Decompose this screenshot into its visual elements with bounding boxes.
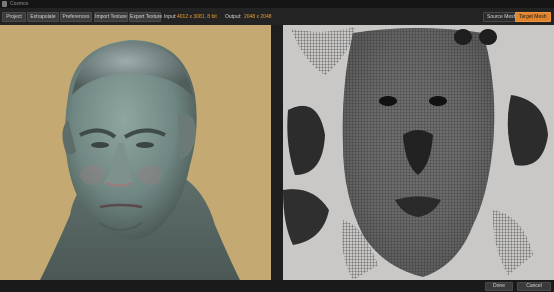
done-button[interactable]: Done bbox=[485, 282, 513, 291]
import-texture-button[interactable]: Import Texture bbox=[94, 12, 128, 22]
uv-layout bbox=[283, 27, 548, 280]
cancel-button[interactable]: Cancel bbox=[517, 282, 551, 291]
window-title: Cosmos bbox=[10, 1, 29, 7]
toolbar: Project Extrapolate Preferences Import T… bbox=[0, 8, 554, 25]
target-mesh-toggle[interactable]: Target Mesh bbox=[515, 12, 551, 22]
input-label: Input: bbox=[164, 14, 177, 20]
preferences-button[interactable]: Preferences bbox=[60, 12, 92, 22]
extrapolate-button[interactable]: Extrapolate bbox=[27, 12, 59, 22]
output-label: Output: bbox=[225, 14, 242, 20]
project-button[interactable]: Project bbox=[2, 12, 26, 22]
output-value: 2048 x 2048 bbox=[244, 14, 272, 20]
viewport-divider bbox=[271, 25, 283, 280]
source-viewport[interactable] bbox=[0, 25, 271, 280]
target-viewport[interactable] bbox=[283, 25, 554, 280]
footer-bar: Done Cancel bbox=[0, 280, 554, 292]
input-value: 4012 x 3081, 8 bit bbox=[177, 14, 217, 20]
title-bar: Cosmos bbox=[0, 0, 554, 8]
export-texture-button[interactable]: Export Texture bbox=[129, 12, 162, 22]
head-render bbox=[40, 40, 240, 280]
app-icon bbox=[2, 1, 7, 7]
